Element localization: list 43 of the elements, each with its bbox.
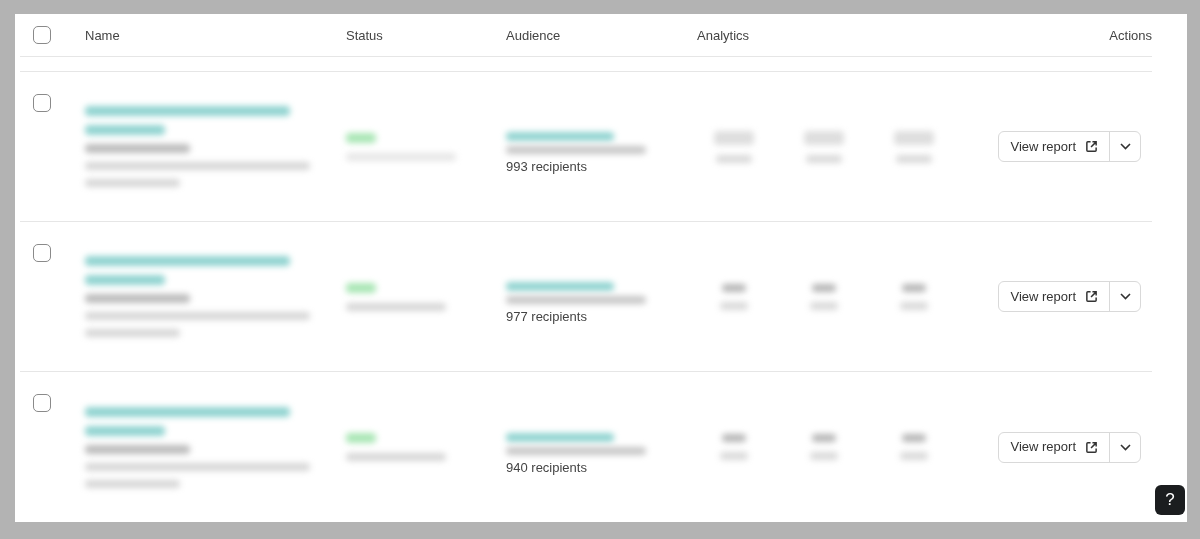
blurred-text xyxy=(346,433,376,443)
blurred-text xyxy=(720,452,748,460)
blurred-text xyxy=(900,301,928,310)
recipients-count: 940 recipients xyxy=(506,459,588,476)
column-header: Status xyxy=(346,28,383,43)
blurred-text xyxy=(804,130,844,145)
column-header: Audience xyxy=(506,28,561,43)
blurred-text xyxy=(346,132,376,143)
chevron-down-icon xyxy=(1119,443,1131,451)
blurred-text xyxy=(714,130,754,145)
view-report-button[interactable]: View report xyxy=(999,432,1110,462)
blurred-text xyxy=(346,282,376,293)
checkbox[interactable] xyxy=(33,26,51,44)
chevron-down-icon xyxy=(1119,293,1131,300)
blurred-text xyxy=(812,434,836,442)
blurred-text xyxy=(896,154,932,163)
column-header: Name xyxy=(85,28,120,43)
column-header: Analytics xyxy=(697,28,750,43)
checkbox[interactable] xyxy=(33,94,51,112)
view-report-button[interactable]: View report xyxy=(999,282,1110,311)
blurred-text xyxy=(812,283,836,292)
blurred-text xyxy=(722,283,746,292)
checkbox[interactable] xyxy=(33,244,51,262)
blurred-text xyxy=(894,130,934,145)
blurred-text xyxy=(902,283,926,292)
blurred-text xyxy=(902,434,926,442)
recipients-count: 977 recipients xyxy=(506,309,588,325)
blurred-text xyxy=(720,301,748,310)
external-link-icon xyxy=(1085,140,1098,153)
view-report-button[interactable]: View report xyxy=(999,132,1110,161)
blurred-text xyxy=(900,452,928,460)
column-header: Actions xyxy=(1109,28,1152,43)
blurred-text xyxy=(716,154,752,163)
checkbox[interactable] xyxy=(33,394,51,412)
blurred-text xyxy=(810,452,838,460)
external-link-icon xyxy=(1085,440,1098,454)
external-link-icon xyxy=(1085,290,1098,303)
blurred-text xyxy=(810,301,838,310)
chevron-down-icon xyxy=(1119,143,1131,150)
help-button[interactable]: ? xyxy=(1155,485,1185,515)
recipients-count: 993 recipients xyxy=(506,159,588,175)
blurred-text xyxy=(806,154,842,163)
blurred-text xyxy=(722,434,746,442)
